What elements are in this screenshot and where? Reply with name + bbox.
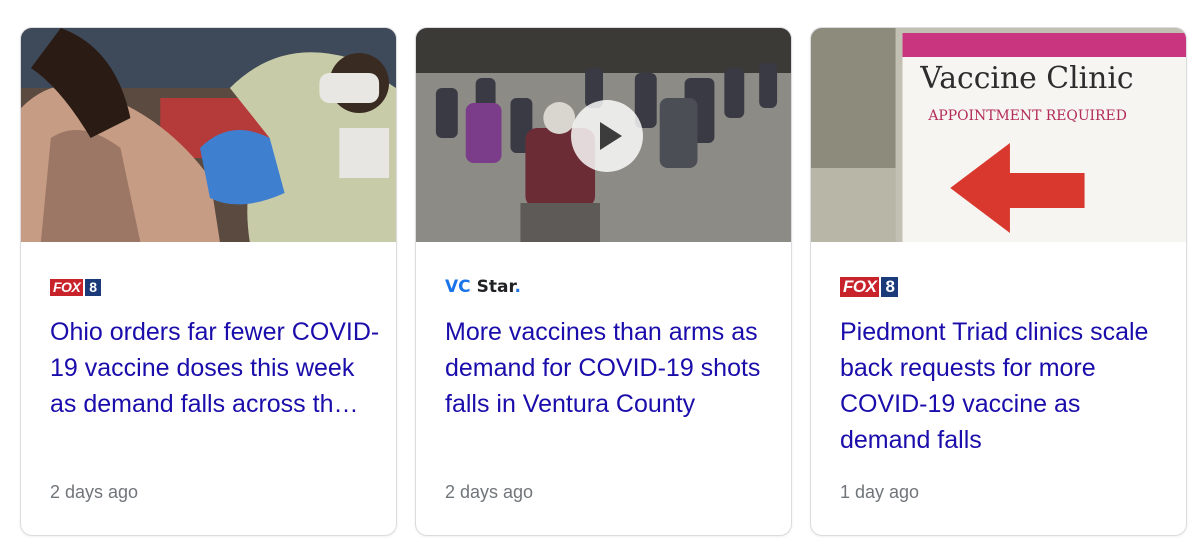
news-card[interactable]: Vaccine Clinic APPOINTMENT REQUIRED FOX … — [810, 27, 1187, 536]
news-thumbnail[interactable]: Vaccine Clinic APPOINTMENT REQUIRED — [811, 28, 1186, 242]
video-play-button[interactable] — [571, 100, 643, 172]
source-logo-fox8: FOX 8 — [840, 276, 899, 298]
publish-time: 2 days ago — [50, 482, 139, 502]
logo-star-text: Star — [476, 277, 515, 297]
news-thumbnail[interactable] — [21, 28, 396, 242]
source-logo-fox8: FOX 8 — [50, 276, 101, 298]
publish-time: 1 day ago — [840, 482, 920, 502]
logo-fox-text: FOX — [840, 277, 880, 297]
news-thumbnail[interactable] — [416, 28, 791, 242]
news-card[interactable]: FOX 8 Ohio orders far fewer COVID-19 vac… — [20, 27, 397, 536]
top-stories-carousel: FOX 8 Ohio orders far fewer COVID-19 vac… — [0, 0, 1200, 551]
clinic-sign-photo: Vaccine Clinic APPOINTMENT REQUIRED — [811, 28, 1186, 242]
sign-subtitle: APPOINTMENT REQUIRED — [927, 108, 1126, 124]
sign-title: Vaccine Clinic — [919, 61, 1133, 96]
logo-number-text: 8 — [85, 278, 101, 296]
news-card[interactable]: VC Star. More vaccines than arms as deman… — [415, 27, 792, 536]
logo-vc-text: VC — [445, 277, 471, 297]
play-icon — [599, 122, 622, 150]
news-headline[interactable]: More vaccines than arms as demand for CO… — [445, 314, 775, 422]
source-logo-vcstar: VC Star. — [445, 276, 521, 298]
logo-fox-text: FOX — [50, 278, 84, 296]
news-headline[interactable]: Ohio orders far fewer COVID-19 vaccine d… — [50, 314, 380, 422]
logo-number-text: 8 — [881, 277, 899, 297]
vaccination-photo — [21, 28, 396, 242]
publish-time: 2 days ago — [445, 482, 534, 502]
news-headline[interactable]: Piedmont Triad clinics scale back reques… — [840, 314, 1170, 458]
logo-dot: . — [514, 277, 521, 297]
